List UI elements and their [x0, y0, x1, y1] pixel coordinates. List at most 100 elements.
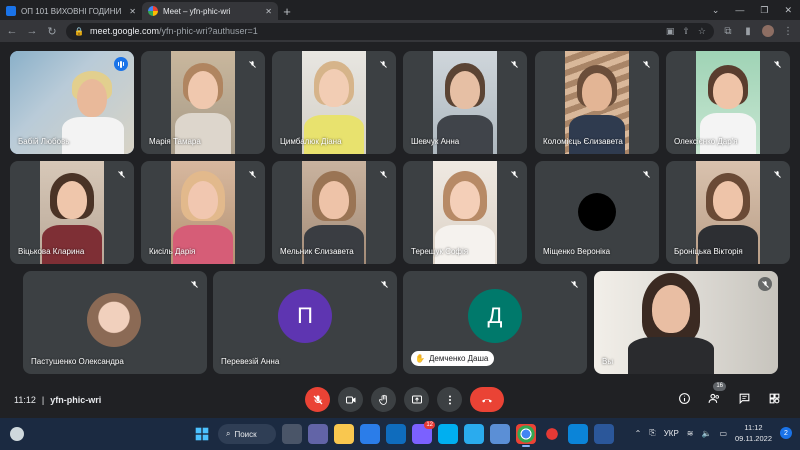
url-field[interactable]: 🔒 meet.google.com/yfn-phic-wri?authuser=… [66, 22, 714, 40]
self-view-tile[interactable]: Вы [594, 271, 778, 374]
weather-icon[interactable] [10, 427, 24, 441]
search-icon: ⌕ [226, 429, 231, 438]
folder-icon [6, 6, 16, 16]
sidebar-icon[interactable]: ▮ [742, 26, 754, 37]
leave-call-button[interactable] [470, 387, 504, 412]
system-clock[interactable]: 11:12 09.11.2022 [735, 422, 772, 444]
volume-icon[interactable]: 🔈 [701, 429, 711, 438]
omnibox-actions: ▣ ⇪ ☆ [666, 26, 706, 37]
participant-tile[interactable]: Кисіль Дарія [141, 161, 265, 264]
forward-icon[interactable]: → [26, 25, 38, 37]
edge-icon[interactable] [568, 424, 588, 444]
microphone-toggle-button[interactable] [305, 387, 330, 412]
participant-tile[interactable]: Бабій Любовь [10, 51, 134, 154]
muted-mic-icon [567, 277, 581, 291]
url-path: /yfn-phic-wri?authuser=1 [159, 26, 258, 36]
close-icon[interactable]: ✕ [129, 7, 136, 16]
file-explorer-icon[interactable] [334, 424, 354, 444]
chevron-down-icon[interactable]: ⌄ [712, 5, 720, 16]
meeting-details: 11:12 | yfn-phic-wri [14, 395, 101, 405]
start-button[interactable] [192, 424, 212, 444]
tab-classroom[interactable]: ОП 101 ВИХОВНІ ГОДИНИ ✕ [0, 2, 142, 20]
reload-icon[interactable]: ↻ [46, 25, 58, 38]
bookmark-star-icon[interactable]: ☆ [698, 26, 706, 37]
taskbar-apps: ⌕ Поиск 12 [192, 421, 614, 447]
participant-name: Шевчук Анна [411, 137, 460, 146]
battery-icon[interactable]: ▭ [719, 429, 727, 438]
notifications-badge[interactable]: 2 [780, 427, 792, 439]
network-icon[interactable]: ⎘ [649, 428, 655, 438]
participant-tile[interactable]: Броніцька Вікторія [666, 161, 790, 264]
photos-icon[interactable] [490, 424, 510, 444]
extensions-icon[interactable]: ⧉ [722, 26, 734, 37]
participant-tile[interactable]: Шевчук Анна [403, 51, 527, 154]
close-icon[interactable]: ✕ [265, 7, 272, 16]
call-controls [305, 387, 504, 412]
maximize-icon[interactable]: ❐ [760, 5, 768, 16]
muted-mic-icon [245, 57, 259, 71]
participant-tile[interactable]: Міщенко Вероніка [535, 161, 659, 264]
muted-mic-icon [114, 167, 128, 181]
menu-icon[interactable]: ⋮ [782, 26, 794, 37]
meeting-info-button[interactable] [676, 390, 692, 406]
participant-count-badge: 16 [713, 382, 726, 391]
raise-hand-button[interactable] [371, 387, 396, 412]
chrome-icon[interactable] [516, 424, 536, 447]
clock-date: 09.11.2022 [735, 434, 772, 443]
tab-meet[interactable]: Meet – yfn-phic-wri ✕ [142, 2, 278, 20]
muted-mic-icon [639, 57, 653, 71]
viber-icon[interactable]: 12 [412, 421, 435, 444]
participant-tile[interactable]: Цимбалюк Діана [272, 51, 396, 154]
people-button[interactable]: 16 [706, 382, 726, 406]
participant-tile[interactable]: Віцькова Кларина [10, 161, 134, 264]
screen: ОП 101 ВИХОВНІ ГОДИНИ ✕ Meet – yfn-phic-… [0, 0, 800, 450]
lock-icon[interactable]: 🔒 [74, 27, 84, 36]
muted-mic-icon [187, 277, 201, 291]
muted-mic-icon [770, 167, 784, 181]
meet-video-grid: Бабій Любовь Марія Тамара Цимбалюк Діана [0, 42, 800, 382]
teams-icon[interactable] [308, 424, 328, 444]
participant-tile[interactable]: П Перевезій Анна [213, 271, 397, 374]
participant-tile[interactable]: Д ✋ Демченко Даша [403, 271, 587, 374]
camera-toggle-button[interactable] [338, 387, 363, 412]
telegram-icon[interactable] [464, 424, 484, 444]
task-view-icon[interactable] [282, 424, 302, 444]
skype-icon[interactable] [438, 424, 458, 444]
participant-tile[interactable]: Мельник Єлизавета [272, 161, 396, 264]
close-window-icon[interactable]: ✕ [784, 5, 792, 16]
record-icon[interactable] [542, 424, 562, 444]
more-options-button[interactable] [437, 387, 462, 412]
activities-button[interactable] [766, 390, 782, 406]
present-screen-button[interactable] [404, 387, 429, 412]
mail-icon[interactable] [386, 424, 406, 444]
minimize-icon[interactable]: — [735, 5, 744, 15]
participant-tile[interactable]: Марія Тамара [141, 51, 265, 154]
participant-tile[interactable]: Коломієць Єлизавета [535, 51, 659, 154]
search-label: Поиск [234, 429, 257, 439]
store-icon[interactable] [360, 424, 380, 444]
new-tab-button[interactable]: + [278, 2, 296, 20]
language-indicator[interactable]: УКР [664, 429, 679, 438]
camera-icon[interactable]: ▣ [666, 26, 675, 37]
chat-button[interactable] [736, 390, 752, 406]
participant-name: Терещук Софія [411, 247, 469, 256]
participant-name: Цимбалюк Діана [280, 137, 342, 146]
chevron-up-icon[interactable]: ⌃ [635, 429, 642, 438]
people-icon [708, 393, 719, 403]
back-icon[interactable]: ← [6, 25, 18, 37]
participant-tile[interactable]: Пастушенко Олександра [23, 271, 207, 374]
taskbar-search[interactable]: ⌕ Поиск [218, 424, 276, 444]
share-icon[interactable]: ⇪ [682, 26, 690, 37]
browser-tab-bar: ОП 101 ВИХОВНІ ГОДИНИ ✕ Meet – yfn-phic-… [0, 0, 800, 20]
participant-name: Кисіль Дарія [149, 247, 196, 256]
word-icon[interactable] [594, 424, 614, 444]
info-icon [678, 392, 690, 404]
meet-icon [148, 6, 158, 16]
present-icon [411, 395, 422, 403]
wifi-icon[interactable]: ≋ [687, 429, 694, 438]
participant-tile[interactable]: Терещук Софія [403, 161, 527, 264]
hand-raised-icon: ✋ [415, 354, 425, 363]
participant-tile[interactable]: Олексієнко Дар'я [666, 51, 790, 154]
chat-icon [739, 393, 749, 404]
profile-avatar[interactable] [762, 25, 774, 37]
